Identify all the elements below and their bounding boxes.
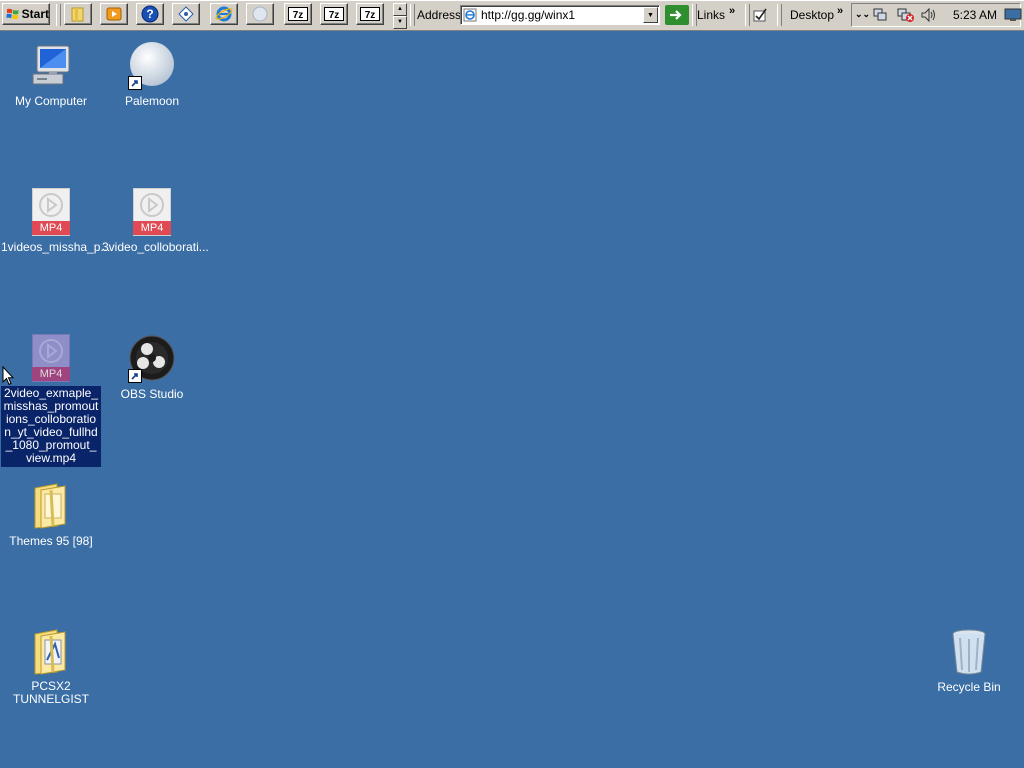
icon-label: 3video_colloborati... (102, 240, 209, 254)
scroll-up-icon[interactable]: ▲ (393, 3, 407, 16)
windows-logo-icon (6, 8, 19, 20)
quick-launch-7zip-1[interactable]: 7z (284, 3, 312, 25)
quick-launch-help[interactable]: ? (136, 3, 164, 25)
address-value[interactable]: http://gg.gg/winx1 (481, 8, 575, 22)
folder-icon (27, 628, 75, 676)
desktop-icon-recycle-bin[interactable]: Recycle Bin (918, 628, 1020, 694)
mp4-badge: MP4 (32, 367, 70, 381)
scroll-down-icon[interactable]: ▼ (393, 16, 407, 29)
mouse-cursor-icon (2, 366, 14, 386)
icon-label: OBS Studio (120, 387, 184, 401)
toolbar-grip[interactable] (410, 4, 415, 26)
icon-label: Themes 95 [98] (9, 534, 93, 548)
start-label: Start (21, 7, 49, 21)
svg-text:7z: 7z (329, 10, 340, 21)
svg-text:?: ? (146, 7, 153, 21)
icon-label: Palemoon (124, 94, 180, 108)
7zip-icon: 7z (324, 7, 344, 21)
quick-launch-7zip-3[interactable]: 7z (356, 3, 384, 25)
folder-icon (27, 482, 75, 530)
svg-text:7z: 7z (365, 10, 376, 21)
toolbar-grip[interactable] (745, 4, 750, 26)
icon-label: 1videos_missha_p... (1, 240, 111, 254)
desktop-icon-video-2-selected[interactable]: MP4 2video_exmaple_misshas_promoutions_c… (0, 334, 102, 467)
desktop-icon-obs-studio[interactable]: OBS Studio (101, 335, 203, 401)
desktop-icon-video-3[interactable]: MP4 3video_colloborati... (101, 188, 209, 254)
help-icon: ? (141, 5, 159, 23)
checklist-icon[interactable] (752, 7, 768, 23)
obs-icon (128, 335, 176, 383)
clock[interactable]: 5:23 AM (953, 8, 997, 22)
quick-launch-palemoon[interactable] (246, 3, 274, 25)
links-chevron-icon[interactable]: » (729, 5, 735, 17)
tray-expand-icon[interactable]: ⌄⌄ (855, 9, 870, 20)
quick-launch-7zip-2[interactable]: 7z (320, 3, 348, 25)
start-button[interactable]: Start (2, 3, 50, 25)
address-label: Address (417, 8, 462, 22)
network-icon (178, 6, 194, 22)
icon-label: Recycle Bin (937, 680, 1001, 694)
network-disconnected-icon[interactable] (897, 7, 915, 23)
page-icon (463, 8, 477, 22)
address-field[interactable]: http://gg.gg/winx1 ▼ (460, 5, 660, 25)
palemoon-icon (252, 6, 268, 22)
icon-label: 2video_exmaple_misshas_promoutions_collo… (1, 386, 101, 467)
taskbar: Start ? 7z 7z 7z ▲ ▼ Address http://gg.g… (0, 0, 1024, 31)
toolbar-grip[interactable] (56, 4, 61, 26)
go-button[interactable] (665, 5, 689, 25)
svg-text:7z: 7z (293, 10, 304, 21)
toolbar-grip[interactable] (777, 4, 782, 26)
desktop-chevron-icon[interactable]: » (837, 5, 843, 17)
palemoon-icon (128, 42, 176, 90)
monitor-tray-icon[interactable] (1004, 8, 1022, 22)
desktop-icon-pcsx2[interactable]: PCSX2 TUNNELGIST (0, 628, 102, 706)
desktop-icon-palemoon[interactable]: Palemoon (101, 42, 203, 108)
quick-launch-folder[interactable] (64, 3, 92, 25)
media-player-icon (106, 7, 122, 21)
quick-launch-network[interactable] (172, 3, 200, 25)
icon-label: PCSX2 TUNNELGIST (12, 679, 89, 706)
mp4-file-icon: MP4 (27, 334, 75, 382)
desktop-icon-video-1[interactable]: MP4 1videos_missha_p... (0, 188, 110, 254)
shortcut-arrow-icon (128, 369, 142, 383)
recycle-bin-icon (945, 628, 993, 676)
quick-launch-internet-explorer[interactable] (210, 3, 238, 25)
desktop-icon-my-computer[interactable]: My Computer (0, 42, 102, 108)
chevron-down-icon[interactable]: ▼ (643, 7, 658, 23)
links-label[interactable]: Links (697, 8, 725, 22)
7zip-icon: 7z (288, 7, 308, 21)
icon-label: My Computer (14, 94, 88, 108)
mp4-badge: MP4 (32, 221, 70, 235)
quick-launch-media-player[interactable] (100, 3, 128, 25)
my-computer-icon (27, 42, 75, 90)
7zip-icon: 7z (360, 7, 380, 21)
volume-icon[interactable] (920, 7, 938, 23)
mp4-file-icon: MP4 (27, 188, 75, 236)
mp4-badge: MP4 (133, 221, 171, 235)
internet-explorer-icon (215, 6, 233, 22)
folder-icon (71, 7, 84, 22)
shortcut-arrow-icon (128, 76, 142, 90)
desktop-toolbar-label[interactable]: Desktop (790, 8, 834, 22)
network-tray-icon[interactable] (872, 7, 888, 23)
desktop-icon-themes-95[interactable]: Themes 95 [98] (0, 482, 102, 548)
go-arrow-icon (670, 10, 682, 20)
quick-launch-scroll[interactable]: ▲ ▼ (393, 3, 407, 29)
mp4-file-icon: MP4 (128, 188, 176, 236)
